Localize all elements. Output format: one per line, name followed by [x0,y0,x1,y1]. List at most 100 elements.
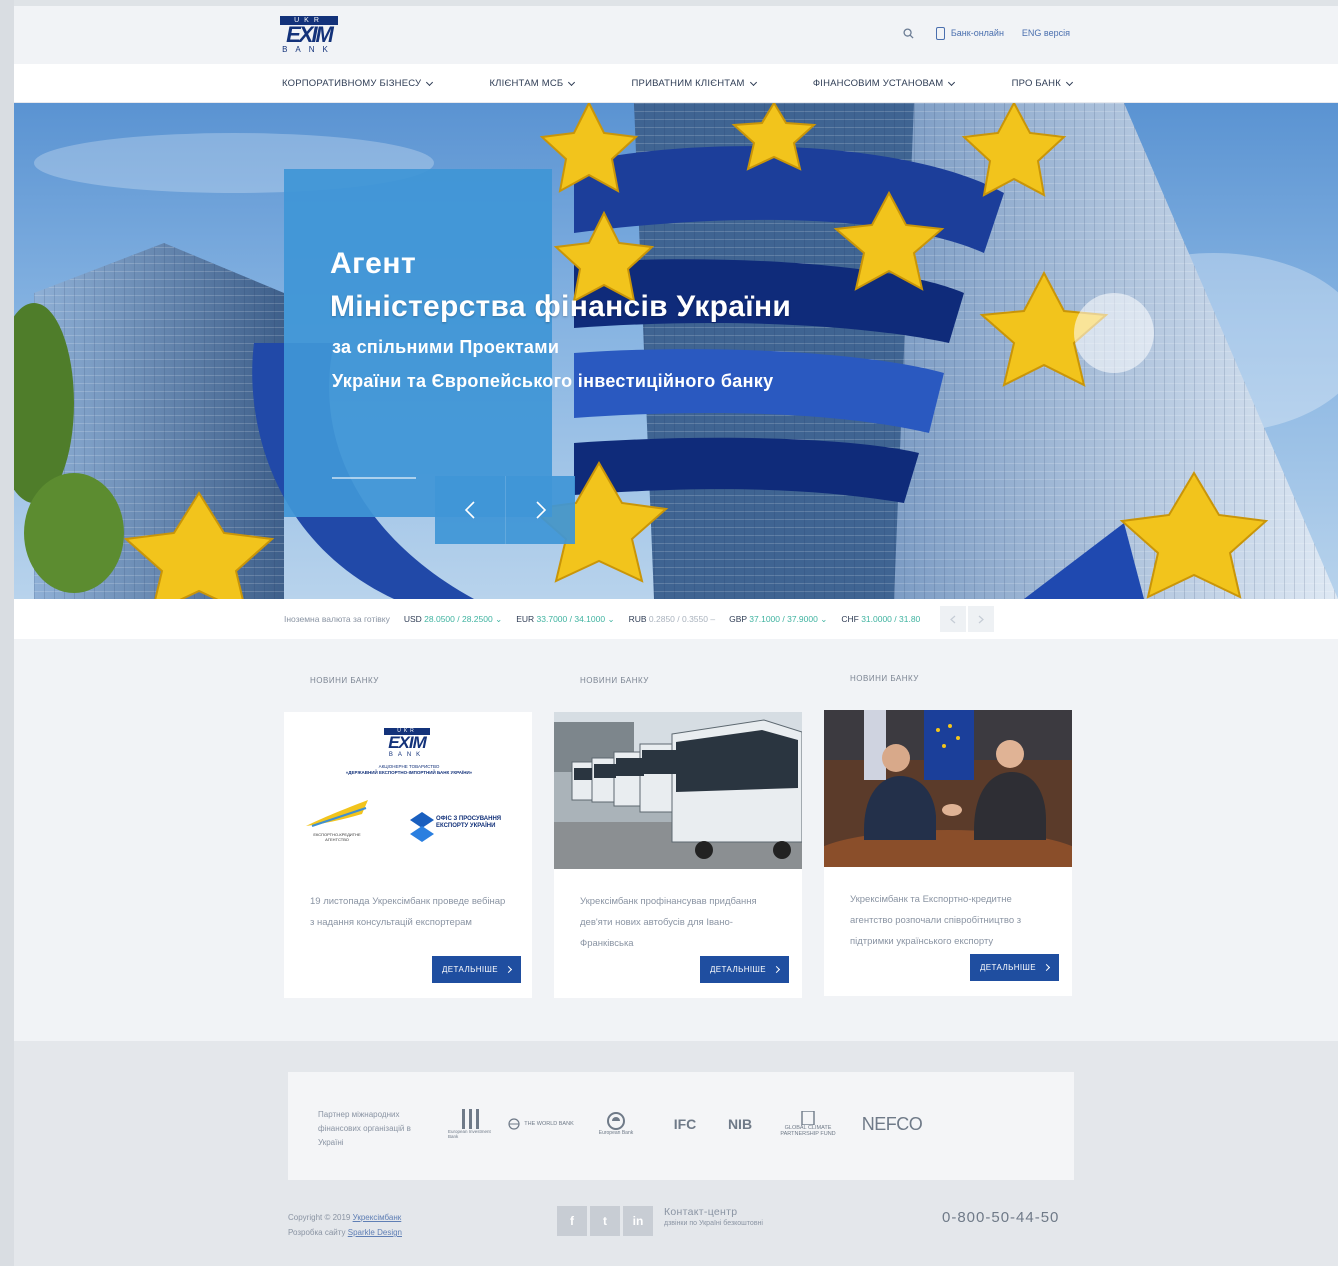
ukreximbank-logo[interactable]: UKR EXIM BANK [280,16,338,56]
news-item: НОВИНИ БАНКУ [554,676,802,998]
news-section: НОВИНИ БАНКУ UKR EXIM BANK АКЦІОНЕРНЕ ТО… [284,674,1074,1016]
export-office-logo-icon [410,812,434,842]
nav-label: ПРО БАНК [1011,78,1061,89]
chevron-down-icon [1065,78,1073,86]
contact-center: Контакт-центр дзвінки по Україні безкошт… [664,1206,763,1227]
partner-logo-ifc[interactable]: IFC [660,1102,710,1146]
copyright-text: Copyright © 2019 [288,1213,351,1222]
partner-logo-ebrd[interactable]: European Bank [588,1102,644,1146]
chevron-right-icon [1042,963,1051,972]
rates-next-button[interactable] [968,606,995,632]
hero-subtitle-line2: України та Європейського інвестиційного … [332,371,774,391]
news-image-handshake [824,710,1072,867]
rates-label: Іноземна валюта за готівку [284,614,390,624]
copyright: Copyright © 2019 Укрексімбанк Розробка с… [288,1210,402,1240]
social-links: f t in [557,1206,653,1236]
nav-label: ФІНАНСОВИМ УСТАНОВАМ [812,78,944,89]
contact-phone[interactable]: 0-800-50-44-50 [942,1209,1059,1226]
rates-prev-button[interactable] [940,606,967,632]
header: UKR EXIM BANK Банк-онлайн ENG версія [14,6,1338,64]
arrow-right-icon [535,501,546,519]
hero-title-line1: Агент [330,247,417,280]
partner-logo-nib[interactable]: NIB [718,1102,762,1146]
hero-slider: Агент Міністерства фінансів України за с… [14,103,1338,599]
nav-item-sme[interactable]: КЛІЄНТАМ МСБ [489,78,576,89]
partner-logo-nefco[interactable]: NEFCO [854,1102,930,1146]
partner-logo-gcpf[interactable]: GLOBAL CLIMATE PARTNERSHIP FUND [770,1102,846,1146]
ebrd-icon [607,1112,625,1130]
left-shadow [0,0,14,1266]
news-image-buses [554,712,802,869]
export-office-text: ОФІС З ПРОСУВАННЯ ЕКСПОРТУ УКРАЇНИ [436,816,502,829]
chevron-down-icon [568,78,576,86]
nav-label: ПРИВАТНИМ КЛІЄНТАМ [631,78,745,89]
eca-logo-icon [306,800,368,827]
partner-logo-worldbank[interactable]: THE WORLD BANK [500,1102,582,1146]
nav-item-financial[interactable]: ФІНАНСОВИМ УСТАНОВАМ [812,78,956,89]
news-more-button[interactable]: ДЕТАЛЬНІШЕ [432,956,521,983]
rates-nav [940,606,995,632]
online-banking-label: Банк-онлайн [950,28,1004,38]
main-nav: КОРПОРАТИВНОМУ БІЗНЕСУ КЛІЄНТАМ МСБ ПРИВ… [14,64,1338,103]
news-text: Укрексімбанк та Експортно-кредитне агент… [850,894,1022,947]
chevron-down-icon [948,78,956,86]
logo-bottom-text: BANK [282,45,336,54]
news-image-logos: UKR EXIM BANK АКЦІОНЕРНЕ ТОВАРИСТВО «ДЕР… [284,712,532,869]
eca-text: ЕКСПОРТНО-КРЕДИТНЕ АГЕНТСТВО [313,832,361,842]
chevron-down-icon [749,78,757,86]
arrow-right-icon [978,615,985,623]
chevron-down-icon [426,78,434,86]
news-label: НОВИНИ БАНКУ [580,676,649,685]
mobile-phone-icon [935,26,945,40]
developer-text: Розробка сайту [288,1228,346,1237]
nav-item-private[interactable]: ПРИВАТНИМ КЛІЄНТАМ [631,78,757,89]
hero-background-image [14,103,1338,599]
telegram-icon[interactable]: t [590,1206,620,1236]
news-more-button[interactable]: ДЕТАЛЬНІШЕ [700,956,789,983]
slider-prev-button[interactable] [435,476,505,544]
rate-rub: RUB 0.2850 / 0.3550 – [628,614,716,624]
nav-item-corporate[interactable]: КОРПОРАТИВНОМУ БІЗНЕСУ [282,78,434,89]
currency-rates-bar: Іноземна валюта за готівку USD 28.0500 /… [14,599,1338,639]
partner-logo-eib[interactable]: European Investment Bank [448,1102,494,1146]
news-label: НОВИНИ БАНКУ [310,676,379,685]
slider-progress-line [332,477,416,479]
linkedin-icon[interactable]: in [623,1206,653,1236]
climate-fund-icon [801,1111,815,1125]
chevron-right-icon [772,965,781,974]
slider-next-button[interactable] [505,476,575,544]
search-icon[interactable] [900,24,918,42]
contact-title: Контакт-центр [664,1206,738,1218]
hero-subtitle-line1: за спільними Проектами [332,337,560,357]
logo-main-text: EXIM [286,22,334,47]
news-text: 19 листопада Укрексімбанк проведе вебіна… [310,896,506,928]
news-item: НОВИНИ БАНКУ [824,674,1072,996]
partners-label: Партнер міжнародних фінансових організац… [318,1110,411,1147]
online-banking-link[interactable]: Банк-онлайн [935,26,1004,40]
partners-section: Партнер міжнародних фінансових організац… [288,1072,1074,1180]
globe-icon [508,1118,520,1130]
eib-icon [462,1109,479,1129]
rate-usd: USD 28.0500 / 28.2500 ⌄ [403,613,503,624]
news-item: НОВИНИ БАНКУ UKR EXIM BANK АКЦІОНЕРНЕ ТО… [284,676,532,998]
developer-link[interactable]: Sparkle Design [348,1228,402,1237]
facebook-icon[interactable]: f [557,1206,587,1236]
arrow-left-icon [950,615,956,623]
english-version-link[interactable]: ENG версія [1022,28,1070,38]
contact-subtitle: дзвінки по Україні безкоштовні [664,1220,763,1227]
copyright-link[interactable]: Укрексімбанк [353,1213,402,1222]
chevron-right-icon [504,965,513,974]
arrow-left-icon [464,501,475,519]
header-links: Банк-онлайн ENG версія [900,24,1070,42]
news-more-button[interactable]: ДЕТАЛЬНІШЕ [970,954,1059,981]
nav-item-about[interactable]: ПРО БАНК [1011,78,1073,89]
hero-title-line2: Міністерства фінансів України [330,290,792,323]
news-text: Укрексімбанк профінансував придбання дев… [580,896,757,949]
org-name-text: «ДЕРЖАВНИЙ ЕКСПОРТНО-ІМПОРТНИЙ БАНК УКРА… [345,770,473,775]
news-label: НОВИНИ БАНКУ [850,674,919,683]
rate-gbp: GBP 37.1000 / 37.9000 ⌄ [729,613,828,624]
nav-label: КЛІЄНТАМ МСБ [489,78,564,89]
rate-chf: CHF 31.0000 / 31.80 [841,614,921,624]
eximbank-logo-small: UKR EXIM BANK [384,728,430,759]
page: UKR EXIM BANK Банк-онлайн ENG версія КОР… [14,6,1338,1266]
